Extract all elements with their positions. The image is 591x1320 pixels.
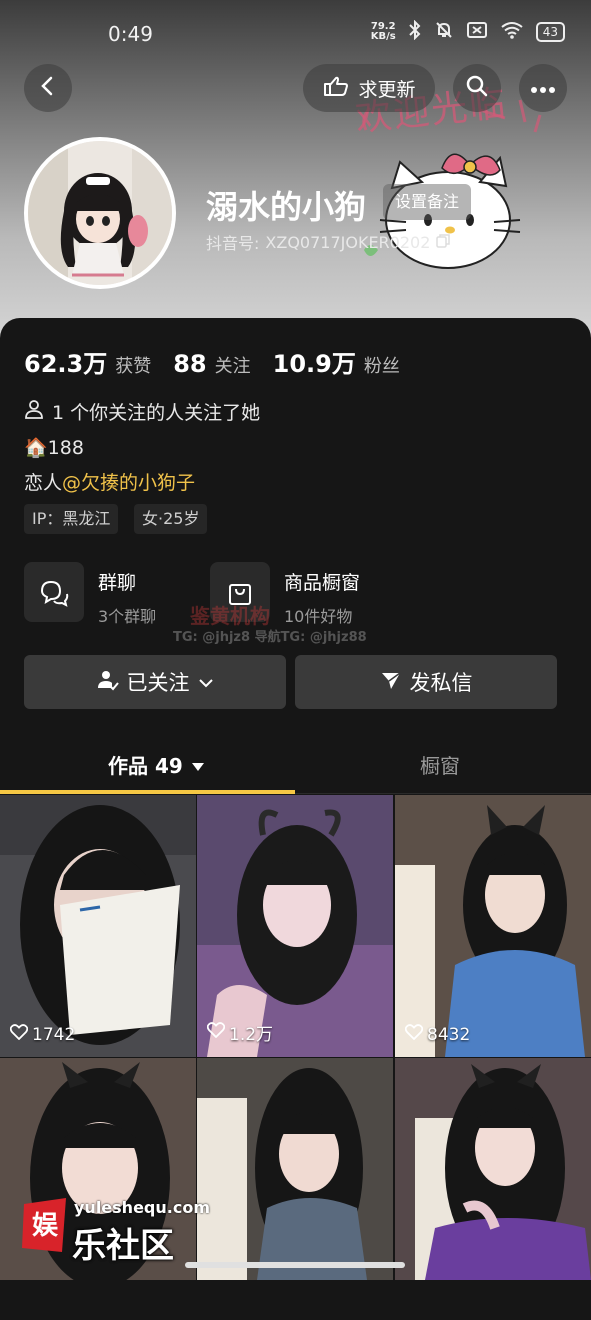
ip-location-tag: IP：黑龙江 [24,504,119,534]
group-chat-count: 3个群聊 [98,607,157,626]
chevron-down-icon [198,670,214,694]
bio-line-1: 🏠188 [24,437,84,459]
video-likes: 1.2万 [206,1020,274,1045]
send-message-label: 发私信 [409,671,473,695]
send-icon [380,669,402,696]
heart-icon [404,1024,424,1045]
wifi-icon [500,21,524,43]
send-message-button[interactable]: 发私信 [295,655,557,709]
video-thumbnail[interactable] [197,1058,393,1320]
status-time: 0:49 [108,22,153,46]
chevron-left-icon [37,75,59,101]
content-tabs: 作品 49 橱窗 [0,736,591,792]
douyin-id-value: XZQ0717JOKER0202 [265,232,431,252]
shop-window-count: 10件好物 [284,607,353,626]
person-check-icon [97,669,119,696]
likes-count: 62.3万 [24,350,108,378]
bio-mention-link[interactable]: @欠揍的小狗子 [62,472,195,494]
profile-stats: 62.3万 获赞 88 关注 10.9万 粉丝 [24,344,422,379]
likes-label: 获赞 [115,356,152,377]
gender-age-tag: 女·25岁 [134,504,208,534]
heart-icon [206,1022,226,1043]
site-url: yuleshequ.com [74,1198,210,1217]
video-likes-count: 8432 [427,1024,471,1045]
set-remark-button[interactable]: 设置备注 [383,184,472,220]
group-chat-title: 群聊 [98,572,137,594]
followers-count[interactable]: 10.9万 [273,344,356,379]
video-thumbnail[interactable] [0,1058,196,1320]
tab-shop-window[interactable]: 橱窗 [420,750,460,779]
followers-label[interactable]: 粉丝 [364,352,400,378]
video-cover-image [0,795,196,1057]
video-thumbnail[interactable]: 1742 [0,795,196,1057]
active-tab-indicator [0,790,295,794]
followed-button[interactable]: 已关注 [24,655,286,709]
pointing-hand-icon [322,74,350,103]
video-thumbnail[interactable]: 1.2万 [197,795,393,1057]
video-cover-image [197,795,393,1057]
following-label[interactable]: 关注 [215,352,251,378]
more-horizontal-icon [530,79,556,98]
status-bar: 0:49 79.2 KB/s 43 [0,0,591,66]
video-likes: 1742 [9,1024,76,1045]
mute-bell-icon [434,20,454,44]
bio-line-2: 恋人@欠揍的小狗子 [24,468,195,495]
overlay-watermark-title: 鉴黄机构 [190,604,270,628]
bio-prefix: 恋人 [24,472,63,494]
tab-works-label: 作品 49 [108,754,183,778]
followed-label: 已关注 [126,671,190,695]
avatar-image [28,141,172,285]
bluetooth-icon [408,19,422,44]
avatar[interactable] [24,137,176,289]
douyin-id-row: 抖音号: XZQ0717JOKER0202 [206,230,451,254]
home-indicator[interactable] [185,1262,405,1268]
overlay-watermark-subtitle: TG: @jhjz8 导航TG: @jhjz88 [173,630,367,645]
mutual-follow-row[interactable]: 1 个你关注的人关注了她 [24,398,260,425]
site-watermark: 娱 [20,1196,70,1254]
douyin-id-label: 抖音号: [206,234,260,253]
video-likes: 8432 [404,1024,471,1045]
video-likes-count: 1742 [32,1024,76,1045]
heart-icon [9,1024,29,1045]
video-cover-image [395,795,591,1057]
group-chat-icon [24,562,84,622]
back-button[interactable] [24,64,72,112]
video-cover-image [197,1058,393,1280]
no-sim-icon [466,21,488,43]
shop-window-title: 商品橱窗 [284,572,361,594]
site-logo-icon: 娱 [22,1198,66,1252]
mutual-follow-text: 1 个你关注的人关注了她 [52,402,261,424]
request-update-button[interactable]: 求更新 [303,64,435,112]
site-logo-char: 娱 [32,1211,59,1241]
profile-username: 溺水的小狗 [206,188,367,226]
following-count[interactable]: 88 [173,350,206,378]
caret-down-icon [191,753,205,777]
video-cover-image [395,1058,591,1280]
site-name: 乐社区 [72,1226,174,1266]
more-button[interactable] [519,64,567,112]
video-likes-count: 1.2万 [229,1025,274,1045]
video-thumbnail[interactable] [395,1058,591,1320]
search-icon [465,74,489,102]
person-icon [24,399,44,424]
group-chat-entry[interactable]: 群聊 3个群聊 [24,562,156,627]
video-thumbnail[interactable]: 8432 [395,795,591,1057]
request-update-label: 求更新 [358,78,416,101]
tab-works[interactable]: 作品 49 [108,750,205,779]
copy-icon[interactable] [436,233,451,252]
battery-indicator: 43 [535,22,565,42]
status-icons: 79.2 KB/s 43 [370,19,565,44]
network-speed: 79.2 KB/s [370,21,396,42]
search-button[interactable] [453,64,501,112]
